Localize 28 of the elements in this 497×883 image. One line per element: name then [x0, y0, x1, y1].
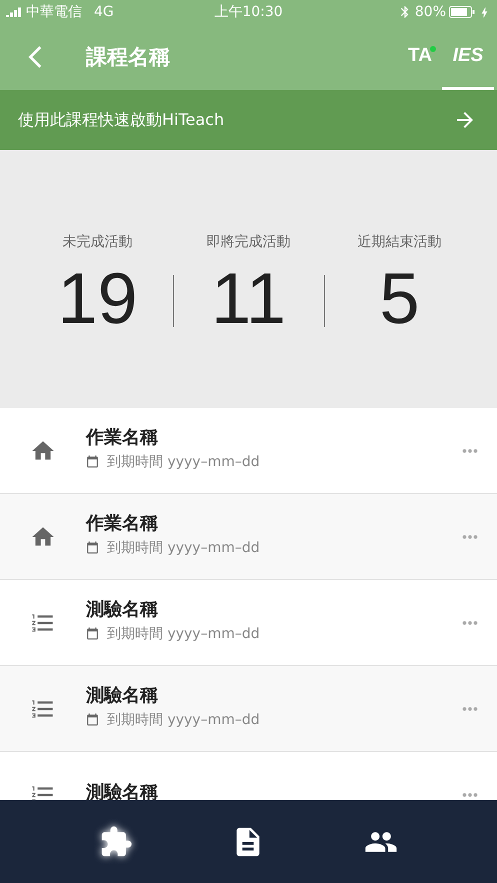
course-title: 課程名稱	[86, 44, 171, 71]
stat-label: 未完成活動	[62, 233, 132, 251]
stat-value: 5	[379, 263, 420, 335]
battery-icon	[449, 6, 476, 18]
due-date: 到期時間 yyyy–mm–dd	[107, 452, 260, 470]
carrier-name: 中華電信	[26, 3, 82, 21]
stat-label: 近期結束活動	[358, 233, 442, 251]
activity-row[interactable]: 測驗名稱 到期時間 yyyy–mm–dd	[0, 666, 497, 752]
calendar-icon	[86, 455, 99, 468]
signal-icon	[6, 7, 22, 17]
stat-value: 19	[57, 263, 138, 335]
battery-percent: 80%	[414, 4, 446, 20]
network-type: 4G	[94, 4, 114, 20]
calendar-icon	[86, 713, 99, 726]
due-date: 到期時間 yyyy–mm–dd	[107, 538, 260, 556]
activity-row[interactable]: 作業名稱 到期時間 yyyy–mm–dd	[0, 494, 497, 580]
due-date: 到期時間 yyyy–mm–dd	[107, 710, 260, 728]
calendar-icon	[86, 627, 99, 640]
activity-title: 作業名稱	[86, 426, 159, 448]
clock-time: 上午10:30	[214, 3, 283, 21]
puzzle-icon[interactable]	[99, 824, 134, 858]
stat-label: 即將完成活動	[206, 233, 290, 251]
calendar-icon	[86, 541, 99, 554]
stat-value: 11	[211, 263, 286, 335]
activity-title: 測驗名稱	[86, 598, 159, 620]
activity-title: 作業名稱	[86, 512, 159, 534]
activity-title: 測驗名稱	[86, 684, 159, 706]
due-date: 到期時間 yyyy–mm–dd	[107, 624, 260, 642]
